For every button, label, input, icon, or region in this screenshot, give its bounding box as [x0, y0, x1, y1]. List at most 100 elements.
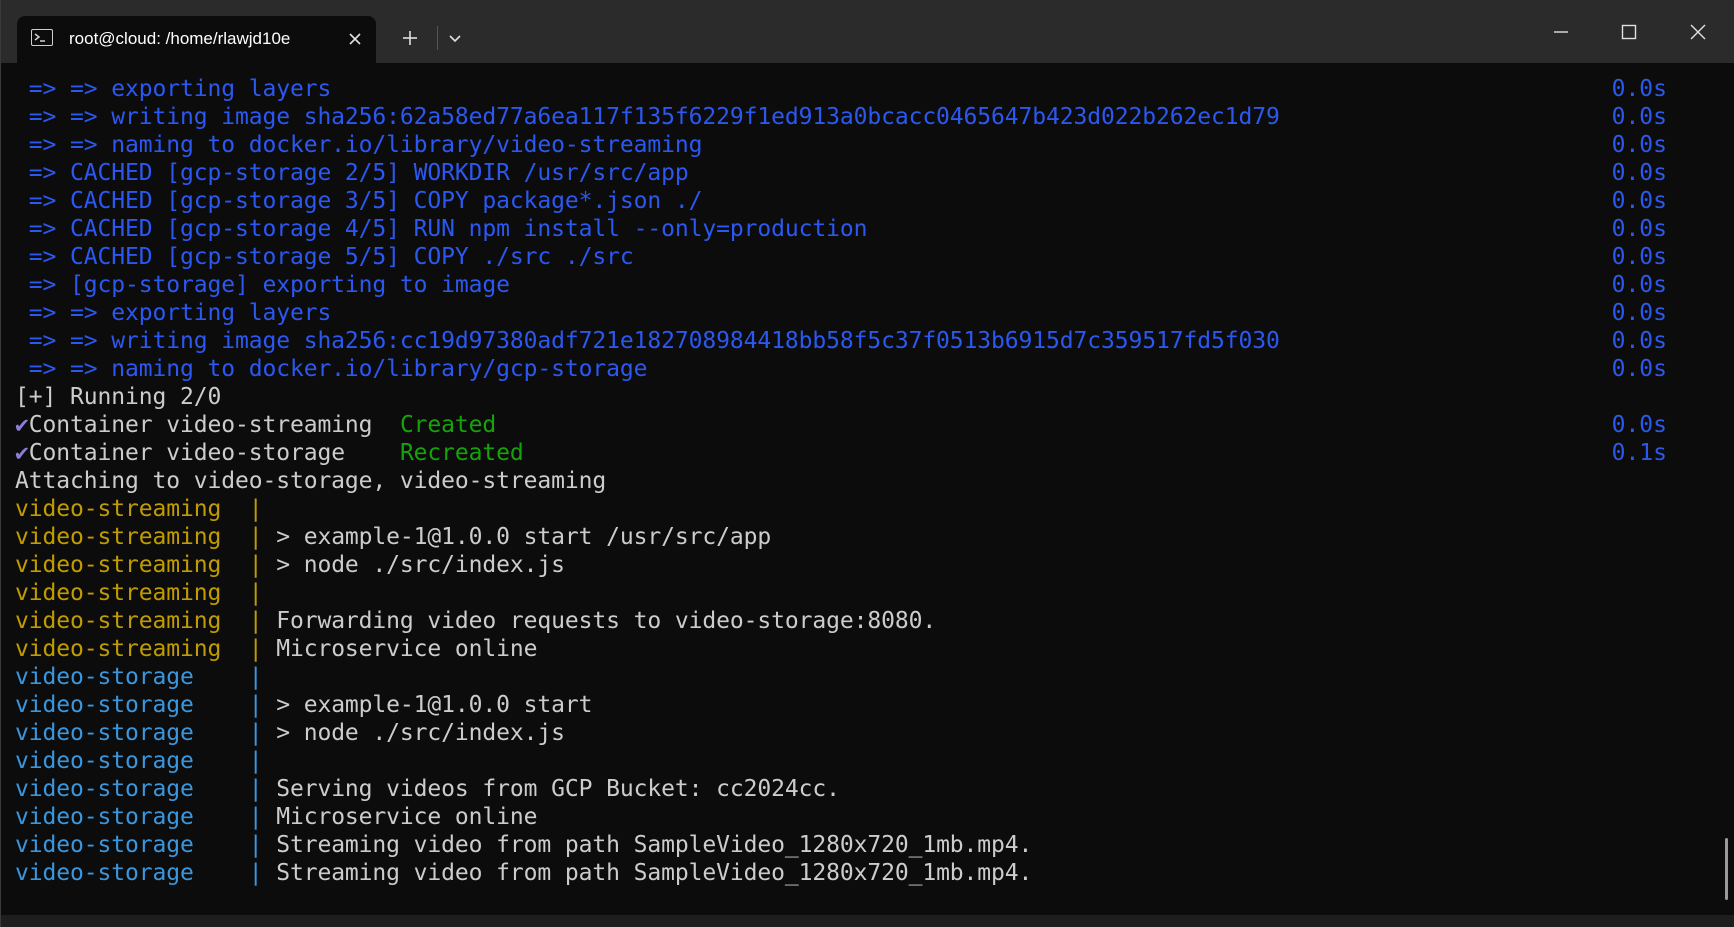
checkmark-icon: ✔ — [15, 412, 29, 438]
container-row: ✔Container video-streaming Created — [15, 411, 496, 439]
build-line: => => writing image sha256:cc19d97380adf… — [15, 328, 1280, 354]
log-line: video-streaming | — [15, 495, 263, 523]
log-separator: | — [248, 496, 263, 522]
maximize-icon[interactable] — [1609, 14, 1649, 50]
chevron-down-icon[interactable] — [441, 24, 469, 52]
build-line: => => writing image sha256:62a58ed77a6ea… — [15, 104, 1280, 130]
build-line: => => exporting layers — [15, 76, 332, 102]
tab-close-icon[interactable] — [343, 27, 367, 51]
log-line: video-streaming | > example-1@1.0.0 star… — [15, 523, 771, 551]
service-name: video-streaming — [15, 496, 249, 522]
terminal-window: root@cloud: /home/rlawjd10e => => export… — [0, 0, 1734, 927]
build-time: 0.0s — [1611, 356, 1667, 382]
log-line: video-streaming | — [15, 579, 263, 607]
service-name: video-storage — [15, 804, 249, 830]
log-line: video-storage | > example-1@1.0.0 start — [15, 691, 592, 719]
title-bar: root@cloud: /home/rlawjd10e — [1, 0, 1734, 63]
log-message: Forwarding video requests to video-stora… — [262, 608, 937, 634]
build-time: 0.0s — [1611, 132, 1667, 158]
service-name: video-streaming — [15, 552, 249, 578]
log-separator: | — [248, 860, 263, 886]
build-line: => CACHED [gcp-storage 4/5] RUN npm inst… — [15, 216, 868, 242]
build-time: 0.0s — [1611, 76, 1667, 102]
build-line: => CACHED [gcp-storage 5/5] COPY ./src .… — [15, 244, 634, 270]
checkmark-icon: ✔ — [15, 440, 29, 466]
container-status: Created — [399, 412, 497, 438]
build-time: 0.0s — [1611, 300, 1667, 326]
new-tab-plus-icon[interactable] — [396, 24, 424, 52]
build-time: 0.0s — [1611, 160, 1667, 186]
log-separator: | — [248, 692, 263, 718]
build-time: 0.0s — [1611, 216, 1667, 242]
build-line: => => naming to docker.io/library/video-… — [15, 132, 703, 158]
terminal-tab[interactable]: root@cloud: /home/rlawjd10e — [17, 16, 376, 63]
close-icon[interactable] — [1678, 14, 1718, 50]
log-separator: | — [248, 664, 263, 690]
log-message: Streaming video from path SampleVideo_12… — [262, 832, 1033, 858]
build-time: 0.0s — [1611, 328, 1667, 354]
terminal-icon — [31, 29, 53, 46]
service-name: video-streaming — [15, 636, 249, 662]
build-line: => CACHED [gcp-storage 2/5] WORKDIR /usr… — [15, 160, 689, 186]
log-line: video-storage | Streaming video from pat… — [15, 859, 1032, 887]
service-name: video-streaming — [15, 580, 249, 606]
log-message: > node ./src/index.js — [262, 552, 565, 578]
build-time: 0.0s — [1611, 188, 1667, 214]
tab-divider — [437, 26, 438, 50]
build-time: 0.0s — [1611, 244, 1667, 270]
log-message: > example-1@1.0.0 start — [262, 692, 593, 718]
window-bottom-edge — [1, 915, 1734, 927]
log-message: > example-1@1.0.0 start /usr/src/app — [262, 524, 772, 550]
build-line: => => exporting layers — [15, 300, 332, 326]
log-line: video-streaming | Forwarding video reque… — [15, 607, 936, 635]
log-line: video-storage | Serving videos from GCP … — [15, 775, 840, 803]
log-separator: | — [248, 524, 263, 550]
minimize-icon[interactable] — [1541, 14, 1581, 50]
log-message: Microservice online — [262, 804, 538, 830]
container-time: 0.0s — [1611, 412, 1667, 438]
log-separator: | — [248, 552, 263, 578]
terminal-output[interactable]: => => exporting layers 0.0s => => writin… — [1, 63, 1719, 927]
container-time: 0.1s — [1611, 440, 1667, 466]
log-message: Serving videos from GCP Bucket: cc2024cc… — [262, 776, 840, 802]
log-separator: | — [248, 748, 263, 774]
build-line: => => naming to docker.io/library/gcp-st… — [15, 356, 648, 382]
log-message: > node ./src/index.js — [262, 720, 565, 746]
log-separator: | — [248, 580, 263, 606]
log-separator: | — [248, 636, 263, 662]
log-message: Streaming video from path SampleVideo_12… — [262, 860, 1033, 886]
log-line: video-streaming | Microservice online — [15, 635, 538, 663]
log-line: video-storage | Microservice online — [15, 803, 538, 831]
log-separator: | — [248, 608, 263, 634]
container-row: ✔Container video-storage Recreated — [15, 439, 524, 467]
tab-title: root@cloud: /home/rlawjd10e — [69, 29, 291, 48]
log-line: video-storage | — [15, 663, 263, 691]
service-name: video-storage — [15, 664, 249, 690]
service-name: video-streaming — [15, 608, 249, 634]
log-separator: | — [248, 804, 263, 830]
build-line: => CACHED [gcp-storage 3/5] COPY package… — [15, 188, 703, 214]
service-name: video-storage — [15, 832, 249, 858]
service-name: video-streaming — [15, 524, 249, 550]
log-separator: | — [248, 776, 263, 802]
service-name: video-storage — [15, 860, 249, 886]
build-time: 0.0s — [1611, 104, 1667, 130]
container-status: Recreated — [399, 440, 524, 466]
log-line: video-storage | > node ./src/index.js — [15, 719, 565, 747]
build-time: 0.0s — [1611, 272, 1667, 298]
container-name: Container video-storage — [28, 440, 400, 466]
log-separator: | — [248, 832, 263, 858]
service-name: video-storage — [15, 692, 249, 718]
log-separator: | — [248, 720, 263, 746]
service-name: video-storage — [15, 776, 249, 802]
build-line: => [gcp-storage] exporting to image — [15, 272, 510, 298]
log-line: video-storage | Streaming video from pat… — [15, 831, 1032, 859]
log-line: video-streaming | > node ./src/index.js — [15, 551, 565, 579]
log-line: video-storage | — [15, 747, 263, 775]
container-name: Container video-streaming — [28, 412, 400, 438]
service-name: video-storage — [15, 720, 249, 746]
attaching-line: Attaching to video-storage, video-stream… — [15, 468, 607, 494]
service-name: video-storage — [15, 748, 249, 774]
scrollbar-thumb[interactable] — [1725, 838, 1728, 900]
running-line: [+] Running 2/0 — [15, 384, 222, 410]
